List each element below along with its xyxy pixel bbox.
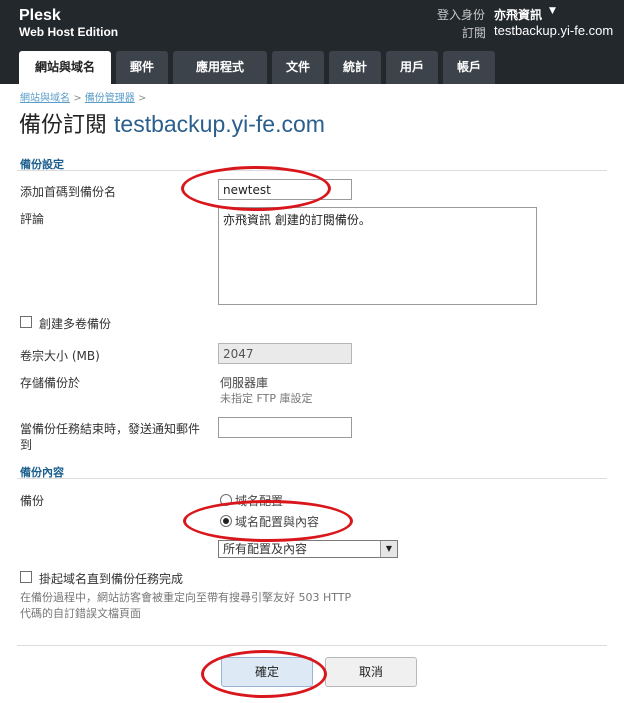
tab-websites-domains[interactable]: 網站與域名: [19, 51, 111, 84]
chevron-down-icon[interactable]: ▼: [380, 541, 397, 557]
volume-size-input[interactable]: [218, 343, 352, 364]
breadcrumb-websites-domains[interactable]: 網站與域名: [20, 93, 70, 104]
suspend-hint-2: 代碼的自訂錯誤文檔頁面: [20, 607, 141, 620]
radio-domain-config-content-label: 域名配置與內容: [235, 515, 320, 529]
suspend-hint: 在備份過程中，網站訪客會被重定向至帶有搜尋引擎友好 503 HTTP: [20, 591, 352, 604]
radio-domain-config-label: 域名配置: [235, 494, 284, 508]
multivolume-checkbox[interactable]: [20, 316, 32, 328]
ok-button[interactable]: 確定: [221, 657, 313, 687]
chevron-down-icon[interactable]: ▼: [549, 6, 556, 16]
subscription-label: 訂閱: [462, 26, 487, 40]
storage-value: 伺服器庫: [220, 376, 269, 390]
tab-statistics[interactable]: 統計: [329, 51, 381, 84]
page-title: 備份訂閱 testbackup.yi-fe.com: [19, 107, 325, 139]
multivolume-label: 創建多卷備份: [39, 317, 112, 331]
tab-files[interactable]: 文件: [272, 51, 324, 84]
radio-domain-config-content[interactable]: [220, 515, 232, 527]
comment-label: 評論: [20, 212, 45, 226]
breadcrumb: 網站與域名 > 備份管理器 >: [20, 89, 146, 104]
section-divider: [17, 478, 607, 479]
tab-users[interactable]: 用戶: [386, 51, 438, 84]
notify-label-to: 到: [20, 438, 33, 452]
section-divider: [17, 170, 607, 171]
breadcrumb-separator: >: [137, 93, 147, 104]
brand-name: Plesk: [19, 7, 61, 24]
subscription-domain[interactable]: testbackup.yi-fe.com: [494, 23, 613, 38]
backup-prefix-input[interactable]: [218, 179, 352, 200]
suspend-checkbox[interactable]: [20, 571, 32, 583]
footer-divider: [17, 645, 607, 646]
top-header: Plesk Web Host Edition 登入身份 亦飛資訊 ▼ 訂閱 te…: [0, 0, 624, 84]
page-title-domain: testbackup.yi-fe.com: [114, 111, 325, 137]
login-user-menu[interactable]: 亦飛資訊: [494, 6, 542, 23]
prefix-label: 添加首碼到備份名: [20, 185, 117, 199]
tab-mail[interactable]: 郵件: [116, 51, 168, 84]
storage-label: 存儲備份於: [20, 376, 81, 390]
cancel-button[interactable]: 取消: [325, 657, 417, 687]
page-title-text: 備份訂閱: [19, 113, 108, 138]
backup-type-label: 備份: [20, 494, 45, 508]
tab-account[interactable]: 帳戶: [443, 51, 495, 84]
brand-edition: Web Host Edition: [19, 25, 119, 39]
notify-label: 當備份任務結束時，發送通知郵件: [20, 422, 201, 436]
content-select-value: 所有配置及內容: [223, 542, 308, 556]
content-select[interactable]: 所有配置及內容 ▼: [218, 540, 398, 558]
login-label: 登入身份: [437, 8, 486, 22]
volume-size-label: 卷宗大小 (MB): [20, 349, 100, 363]
storage-hint: 未指定 FTP 庫設定: [220, 392, 313, 405]
notify-email-input[interactable]: [218, 417, 352, 438]
comment-textarea[interactable]: 亦飛資訊 創建的訂閱備份。: [218, 207, 537, 305]
breadcrumb-separator: >: [73, 93, 82, 104]
radio-domain-config[interactable]: [220, 494, 232, 506]
suspend-label: 掛起域名直到備份任務完成: [39, 572, 184, 586]
tab-applications[interactable]: 應用程式: [173, 51, 267, 84]
breadcrumb-backup-manager[interactable]: 備份管理器: [85, 93, 135, 104]
